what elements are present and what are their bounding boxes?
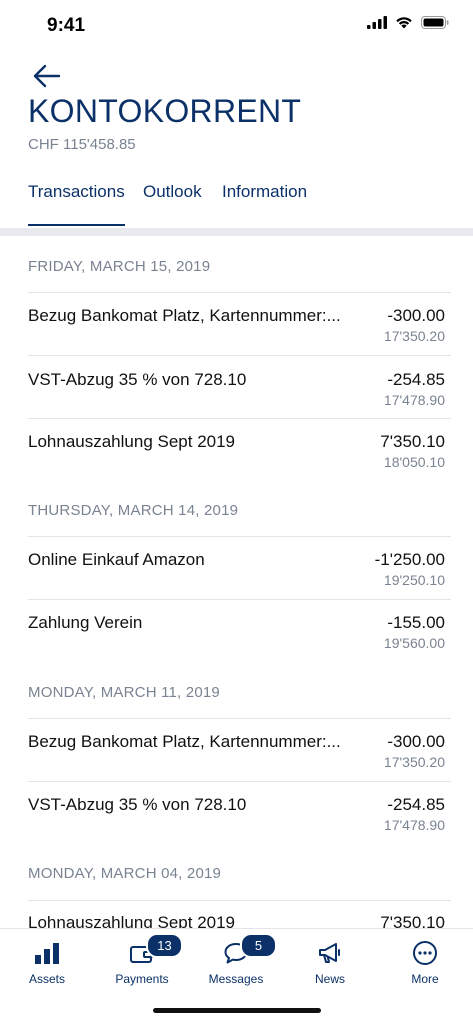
- megaphone-icon: [319, 943, 340, 963]
- status-icons: [367, 16, 449, 29]
- transaction-description: Bezug Bankomat Platz, Kartennummer:...: [28, 306, 341, 325]
- home-indicator: [153, 1008, 321, 1013]
- transaction-row[interactable]: Bezug Bankomat Platz, Kartennummer:... -…: [0, 720, 473, 782]
- status-time: 9:41: [47, 15, 86, 36]
- transaction-description: Online Einkauf Amazon: [28, 550, 205, 569]
- transaction-amount: -155.00: [387, 613, 445, 632]
- tab-label: News: [314, 972, 345, 986]
- transaction-balance: 18'050.10: [383, 454, 445, 470]
- date-header: MONDAY, MARCH 11, 2019: [28, 684, 220, 701]
- transaction-balance: 17'478.90: [383, 392, 445, 408]
- signal-icon: [367, 16, 387, 29]
- transaction-row[interactable]: Online Einkauf Amazon -1'250.00 19'250.1…: [0, 538, 473, 600]
- transaction-description: VST-Abzug 35 % von 728.10: [28, 370, 247, 389]
- divider: [28, 292, 451, 293]
- transaction-balance: 17'478.90: [383, 817, 445, 833]
- tab-bar-top: Transactions Outlook Information: [0, 178, 473, 228]
- transaction-amount: -300.00: [387, 306, 445, 325]
- tab-label: Assets: [28, 972, 65, 986]
- transaction-balance: 17'350.20: [383, 328, 445, 344]
- tab-label: Payments: [115, 972, 169, 986]
- wifi-icon: [396, 17, 412, 29]
- tab-information[interactable]: Information: [222, 182, 307, 202]
- transaction-amount: 7'350.10: [380, 913, 445, 928]
- bar-chart-icon: [35, 943, 59, 964]
- back-arrow-icon[interactable]: [30, 62, 62, 90]
- transaction-balance: 19'250.10: [383, 572, 445, 588]
- more-icon: [413, 941, 437, 965]
- divider: [28, 718, 451, 719]
- transaction-amount: -254.85: [387, 370, 445, 389]
- transaction-amount: -300.00: [387, 732, 445, 751]
- tab-label: More: [411, 972, 439, 986]
- transaction-amount: 7'350.10: [380, 432, 445, 451]
- battery-icon: [421, 16, 449, 29]
- tab-assets[interactable]: Assets: [7, 937, 87, 986]
- tab-messages[interactable]: 5 Messages: [196, 933, 277, 986]
- transaction-row[interactable]: Zahlung Verein -155.00 19'560.00: [0, 601, 473, 663]
- tab-transactions[interactable]: Transactions: [28, 182, 125, 202]
- divider: [28, 418, 451, 419]
- transaction-balance: 17'350.20: [383, 754, 445, 770]
- transaction-row[interactable]: Bezug Bankomat Platz, Kartennummer:... -…: [0, 294, 473, 356]
- tab-more[interactable]: More: [385, 937, 465, 986]
- transaction-row[interactable]: VST-Abzug 35 % von 728.10 -254.85 17'478…: [0, 783, 473, 845]
- section-divider: [0, 228, 473, 236]
- transaction-row[interactable]: Lohnauszahlung Sept 2019 7'350.10 18'050…: [0, 420, 473, 482]
- transaction-balance: 19'560.00: [383, 635, 445, 651]
- divider: [28, 536, 451, 537]
- transaction-description: Bezug Bankomat Platz, Kartennummer:...: [28, 732, 341, 751]
- messages-badge: 5: [240, 933, 277, 958]
- tab-label: Messages: [208, 972, 264, 986]
- transaction-row[interactable]: Lohnauszahlung Sept 2019 7'350.10: [0, 901, 473, 928]
- transaction-description: Zahlung Verein: [28, 613, 143, 632]
- transaction-description: VST-Abzug 35 % von 728.10: [28, 795, 247, 814]
- transaction-amount: -254.85: [387, 795, 445, 814]
- transaction-row[interactable]: VST-Abzug 35 % von 728.10 -254.85 17'478…: [0, 358, 473, 420]
- date-header: MONDAY, MARCH 04, 2019: [28, 865, 222, 882]
- divider: [28, 781, 451, 782]
- transaction-description: Lohnauszahlung Sept 2019: [28, 432, 236, 451]
- tab-news[interactable]: News: [290, 937, 370, 986]
- transaction-amount: -1'250.00: [374, 550, 445, 569]
- tab-outlook[interactable]: Outlook: [143, 182, 202, 202]
- divider: [28, 355, 451, 356]
- date-header: THURSDAY, MARCH 14, 2019: [28, 502, 239, 519]
- tab-payments[interactable]: 13 Payments: [102, 933, 183, 986]
- payments-badge: 13: [146, 933, 183, 958]
- account-balance: CHF 115'458.85: [28, 136, 136, 153]
- date-header: FRIDAY, MARCH 15, 2019: [28, 258, 211, 275]
- page-title: KONTOKORRENT: [28, 93, 302, 129]
- transaction-description: Lohnauszahlung Sept 2019: [28, 913, 236, 928]
- status-bar: 9:41: [0, 0, 473, 50]
- tab-active-indicator: [28, 224, 125, 226]
- divider: [28, 599, 451, 600]
